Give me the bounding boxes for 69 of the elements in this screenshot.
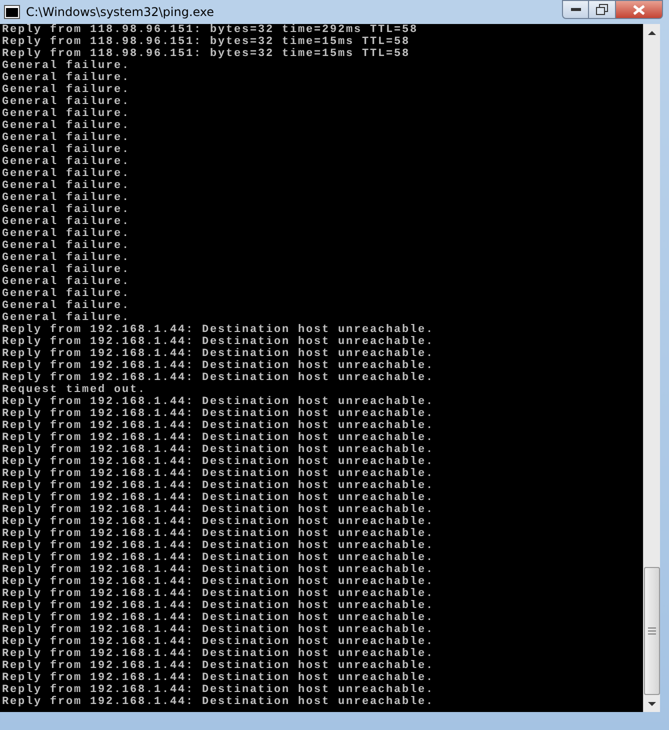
maximize-button[interactable] bbox=[589, 0, 616, 19]
console-line: General failure. bbox=[2, 132, 132, 144]
console-line: Reply from 192.168.1.44: Destination host unreachable. bbox=[2, 588, 436, 600]
console-line: Reply from 192.168.1.44: Destination host unreachable. bbox=[2, 348, 436, 360]
console-line: Reply from 192.168.1.44: Destination host unreachable. bbox=[2, 576, 436, 588]
console-line: General failure. bbox=[2, 204, 132, 216]
console-line: General failure. bbox=[2, 228, 132, 240]
minimize-button[interactable] bbox=[562, 0, 589, 19]
console-line: General failure. bbox=[2, 252, 132, 264]
scrollbar[interactable] bbox=[643, 24, 660, 712]
console-line: General failure. bbox=[2, 312, 132, 324]
console-line: Reply from 192.168.1.44: Destination host unreachable. bbox=[2, 672, 436, 684]
console-line: Reply from 192.168.1.44: Destination host unreachable. bbox=[2, 684, 436, 696]
console-line: General failure. bbox=[2, 156, 132, 168]
console-line: Reply from 192.168.1.44: Destination host unreachable. bbox=[2, 360, 436, 372]
console-line: General failure. bbox=[2, 276, 132, 288]
console-line: General failure. bbox=[2, 240, 132, 252]
console-line: Reply from 192.168.1.44: Destination host unreachable. bbox=[2, 468, 436, 480]
console-line: General failure. bbox=[2, 288, 132, 300]
console-line: Reply from 192.168.1.44: Destination host unreachable. bbox=[2, 636, 436, 648]
console-line: Reply from 192.168.1.44: Destination host unreachable. bbox=[2, 564, 436, 576]
console-line: Reply from 192.168.1.44: Destination host unreachable. bbox=[2, 408, 436, 420]
console-line: Reply from 192.168.1.44: Destination host unreachable. bbox=[2, 600, 436, 612]
console-line: Reply from 192.168.1.44: Destination host unreachable. bbox=[2, 528, 436, 540]
console-line: Reply from 192.168.1.44: Destination host unreachable. bbox=[2, 624, 436, 636]
close-button[interactable] bbox=[616, 0, 663, 19]
console-line: Reply from 192.168.1.44: Destination host unreachable. bbox=[2, 336, 436, 348]
console-line: Reply from 192.168.1.44: Destination host unreachable. bbox=[2, 504, 436, 516]
console-line: Reply from 118.98.96.151: bytes=32 time=292ms TTL=58 bbox=[2, 24, 420, 36]
console-line: General failure. bbox=[2, 120, 132, 132]
console-line: General failure. bbox=[2, 144, 132, 156]
console-line: General failure. bbox=[2, 168, 132, 180]
console-line: General failure. bbox=[2, 300, 132, 312]
console-line: Reply from 192.168.1.44: Destination host unreachable. bbox=[2, 540, 436, 552]
window-title: C:\Windows\system32\ping.exe bbox=[26, 4, 214, 21]
console-line: Reply from 192.168.1.44: Destination host unreachable. bbox=[2, 492, 436, 504]
minimize-icon bbox=[570, 8, 580, 12]
scroll-thumb[interactable] bbox=[644, 567, 660, 695]
console-line: Reply from 192.168.1.44: Destination host unreachable. bbox=[2, 516, 436, 528]
console-line: Reply from 192.168.1.44: Destination host unreachable. bbox=[2, 552, 436, 564]
console-line: Request timed out. bbox=[2, 384, 148, 396]
console-line: General failure. bbox=[2, 264, 132, 276]
console-line: General failure. bbox=[2, 60, 132, 72]
close-icon bbox=[633, 4, 645, 14]
console-line: Reply from 192.168.1.44: Destination host unreachable. bbox=[2, 456, 436, 468]
console-line: Reply from 118.98.96.151: bytes=32 time=15ms TTL=58 bbox=[2, 48, 412, 60]
console-line: Reply from 192.168.1.44: Destination host unreachable. bbox=[2, 324, 436, 336]
scroll-down-icon[interactable] bbox=[648, 702, 656, 706]
console-line: Reply from 192.168.1.44: Destination host unreachable. bbox=[2, 432, 436, 444]
scroll-up-icon[interactable] bbox=[648, 30, 656, 34]
console-line: Reply from 118.98.96.151: bytes=32 time=15ms TTL=58 bbox=[2, 36, 412, 48]
console-line: Reply from 192.168.1.44: Destination host unreachable. bbox=[2, 396, 436, 408]
console-line: General failure. bbox=[2, 192, 132, 204]
console-line: General failure. bbox=[2, 180, 132, 192]
console-line: Reply from 192.168.1.44: Destination host unreachable. bbox=[2, 372, 436, 384]
console-line: General failure. bbox=[2, 84, 132, 96]
console-line: Reply from 192.168.1.44: Destination host unreachable. bbox=[2, 612, 436, 624]
console-line: Reply from 192.168.1.44: Destination host unreachable. bbox=[2, 696, 436, 708]
console-line: Reply from 192.168.1.44: Destination host unreachable. bbox=[2, 444, 436, 456]
console-line: Reply from 192.168.1.44: Destination host unreachable. bbox=[2, 420, 436, 432]
console-line: General failure. bbox=[2, 108, 132, 120]
console-line: Reply from 192.168.1.44: Destination host unreachable. bbox=[2, 648, 436, 660]
console-line: General failure. bbox=[2, 72, 132, 84]
maximize-icon bbox=[596, 4, 608, 15]
console-line: General failure. bbox=[2, 96, 132, 108]
console-line: Reply from 192.168.1.44: Destination host unreachable. bbox=[2, 480, 436, 492]
console-icon bbox=[4, 5, 20, 19]
console-line: Reply from 192.168.1.44: Destination host unreachable. bbox=[2, 660, 436, 672]
console-line: General failure. bbox=[2, 216, 132, 228]
